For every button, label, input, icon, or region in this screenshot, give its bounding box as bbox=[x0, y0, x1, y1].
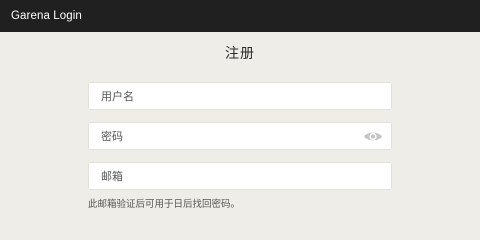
password-input[interactable] bbox=[89, 123, 391, 149]
eye-icon[interactable] bbox=[363, 129, 383, 144]
email-input[interactable] bbox=[89, 163, 391, 189]
window-title-bar: Garena Login bbox=[0, 0, 480, 32]
window-title: Garena Login bbox=[11, 10, 82, 22]
email-field-container bbox=[88, 162, 392, 190]
password-field-container bbox=[88, 122, 392, 150]
username-field-container bbox=[88, 82, 392, 110]
form-heading: 注册 bbox=[225, 46, 255, 62]
username-input[interactable] bbox=[89, 83, 391, 109]
email-hint: 此邮箱验证后可用于日后找回密码。 bbox=[88, 199, 241, 210]
register-form: 注册 此邮箱验证后可用于日后找回密码。 bbox=[0, 32, 480, 218]
